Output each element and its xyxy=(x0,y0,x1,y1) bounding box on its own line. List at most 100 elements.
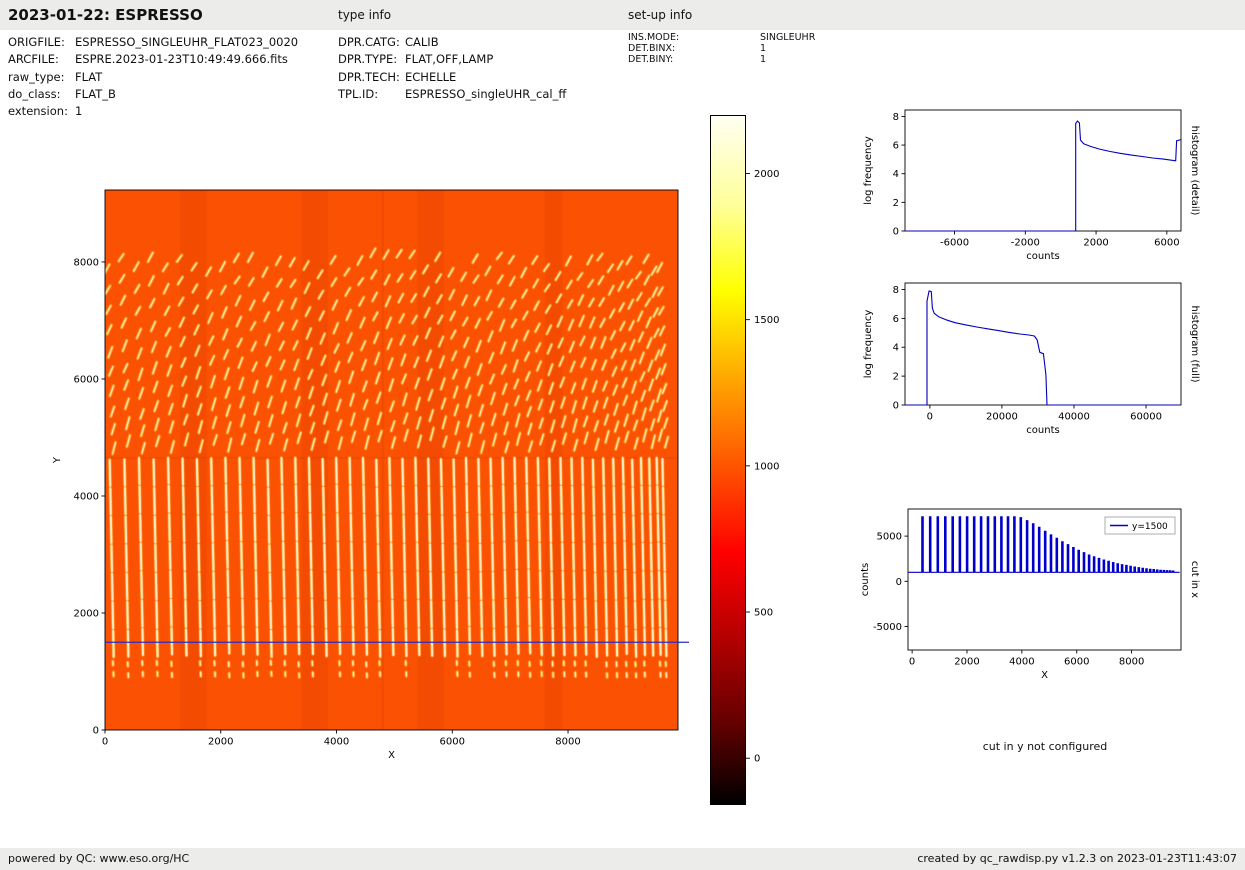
footer-right-text: created by qc_rawdisp.py v1.2.3 on 2023-… xyxy=(917,852,1237,865)
svg-text:2000: 2000 xyxy=(208,737,233,748)
colorbar-ticks: 0 500 1000 1500 2000 xyxy=(746,169,779,765)
svg-text:2: 2 xyxy=(893,198,899,209)
raw-frame-image xyxy=(105,190,678,730)
meta-label: ORIGFILE: xyxy=(8,35,65,49)
colorbar xyxy=(710,115,746,805)
meta-label: DPR.TECH: xyxy=(338,69,400,84)
histogram-detail-ylabel: log frequency xyxy=(863,136,874,205)
cut-in-x-axes: 0 2000 4000 6000 8000 -5000 0 5000 Xcounts cut in… xyxy=(860,508,1200,681)
cut-in-x-ylabel: counts xyxy=(860,563,871,596)
svg-text:6000: 6000 xyxy=(1154,238,1179,249)
meta-row-dprcatg: DPR.CATG: CALIB xyxy=(338,34,566,51)
meta-row-tplid: TPL.ID: ESPRESSO_singleUHR_cal_ff xyxy=(338,86,566,103)
svg-text:6: 6 xyxy=(893,141,899,152)
svg-text:4000: 4000 xyxy=(74,491,99,502)
title-bar: 2023-01-22: ESPRESSO type info set-up in… xyxy=(0,0,1245,30)
meta-label: do_class: xyxy=(8,86,61,101)
meta-row-origfile: ORIGFILE: ESPRESSO_SINGLEUHR_FLAT023_0020 xyxy=(8,34,298,51)
svg-text:0: 0 xyxy=(909,657,915,668)
svg-text:0: 0 xyxy=(927,412,933,423)
histogram-full-right-label: histogram (full) xyxy=(1189,305,1200,382)
meta-row-extension: extension: 1 xyxy=(8,103,298,120)
svg-text:0: 0 xyxy=(754,754,760,765)
footer-bar: powered by QC: www.eso.org/HC created by… xyxy=(0,848,1245,870)
meta-value: ESPRE.2023-01-23T10:49:49.666.fits xyxy=(75,52,288,67)
meta-value: FLAT,OFF,LAMP xyxy=(405,52,494,67)
svg-text:20000: 20000 xyxy=(986,412,1018,423)
svg-text:0: 0 xyxy=(893,401,899,412)
svg-text:0: 0 xyxy=(93,726,99,737)
svg-text:2000: 2000 xyxy=(1083,238,1108,249)
svg-text:8000: 8000 xyxy=(555,737,580,748)
histogram-detail-xlabel: counts xyxy=(1026,251,1059,262)
meta-label: DPR.TYPE: xyxy=(338,52,398,67)
meta-label: extension: xyxy=(8,104,68,119)
cut-in-y-status: cut in y not configured xyxy=(982,740,1108,753)
meta-value: FLAT xyxy=(75,69,103,84)
meta-row-arcfile: ARCFILE: ESPRE.2023-01-23T10:49:49.666.fi… xyxy=(8,51,298,68)
svg-text:6: 6 xyxy=(893,314,899,325)
svg-text:-6000: -6000 xyxy=(940,238,969,249)
svg-text:6000: 6000 xyxy=(74,374,99,385)
cut-in-x-xlabel: X xyxy=(1041,670,1048,681)
histogram-detail-axes: -6000 -2000 2000 6000 0 2 4 6 8 counts log frequen… xyxy=(863,109,1200,262)
raw-image-ylabel: Y xyxy=(52,456,63,464)
meta-label: TPL.ID: xyxy=(338,86,379,101)
raw-image-xlabel: X xyxy=(388,750,395,761)
meta-value: SINGLEUHR xyxy=(760,32,816,43)
meta-value: 1 xyxy=(760,42,767,54)
setup-info-block: INS.MODE: SINGLEUHR DET.BINX: 1 DET.BINY: 1 xyxy=(628,32,816,66)
histogram-detail-right-label: histogram (detail) xyxy=(1189,126,1200,216)
svg-text:60000: 60000 xyxy=(1130,412,1162,423)
meta-value: CALIB xyxy=(405,35,439,49)
histogram-detail-series xyxy=(905,120,1182,232)
meta-label: ARCFILE: xyxy=(8,52,59,67)
cut-spikes xyxy=(921,516,1175,573)
legend-label: y=1500 xyxy=(1132,522,1168,532)
svg-text:1000: 1000 xyxy=(754,461,779,472)
meta-label: DET.BINY: xyxy=(628,53,674,65)
svg-text:8000: 8000 xyxy=(74,257,99,268)
type-info-block: DPR.CATG: CALIB DPR.TYPE: FLAT,OFF,LAMP DP… xyxy=(338,34,566,103)
svg-text:40000: 40000 xyxy=(1058,412,1090,423)
footer-left-text: powered by QC: www.eso.org/HC xyxy=(8,852,190,865)
histogram-full-ylabel: log frequency xyxy=(863,310,874,379)
meta-row-dprtech: DPR.TECH: ECHELLE xyxy=(338,69,566,86)
meta-value: ESPRESSO_SINGLEUHR_FLAT023_0020 xyxy=(75,35,299,49)
svg-text:500: 500 xyxy=(754,608,773,619)
svg-text:8: 8 xyxy=(893,112,899,123)
svg-text:2000: 2000 xyxy=(954,657,979,668)
svg-text:0: 0 xyxy=(896,577,902,588)
svg-text:5000: 5000 xyxy=(877,532,902,543)
meta-value: 1 xyxy=(75,104,83,119)
svg-text:4: 4 xyxy=(893,169,899,180)
histogram-full-series xyxy=(905,290,1179,406)
page-title: 2023-01-22: ESPRESSO xyxy=(8,6,203,24)
svg-text:2000: 2000 xyxy=(74,608,99,619)
histogram-full-axes: 0 20000 40000 60000 0 2 4 6 8 counts log frequency… xyxy=(863,282,1200,436)
svg-text:4: 4 xyxy=(893,343,899,354)
meta-label: raw_type: xyxy=(8,69,65,84)
svg-text:0: 0 xyxy=(102,737,108,748)
svg-text:0: 0 xyxy=(893,227,899,238)
svg-text:1500: 1500 xyxy=(754,315,779,326)
meta-row-rawtype: raw_type: FLAT xyxy=(8,69,298,86)
svg-text:2000: 2000 xyxy=(754,169,779,180)
histogram-full-xlabel: counts xyxy=(1026,425,1059,436)
meta-row-detbiny: DET.BINY: 1 xyxy=(628,53,815,66)
meta-label: DET.BINX: xyxy=(628,42,676,54)
svg-text:8: 8 xyxy=(893,285,899,296)
cut-in-x-right-label: cut in x xyxy=(1189,561,1200,598)
svg-text:4000: 4000 xyxy=(324,737,349,748)
svg-text:6000: 6000 xyxy=(1064,657,1089,668)
meta-value: 1 xyxy=(760,53,767,65)
type-info-heading: type info xyxy=(338,8,392,22)
meta-row-doclass: do_class: FLAT_B xyxy=(8,86,298,103)
meta-label: DPR.CATG: xyxy=(338,35,400,49)
svg-text:6000: 6000 xyxy=(440,737,465,748)
svg-text:-5000: -5000 xyxy=(873,622,902,633)
svg-text:2: 2 xyxy=(893,372,899,383)
meta-value: ECHELLE xyxy=(405,69,457,84)
setup-info-heading: set-up info xyxy=(628,8,693,22)
svg-text:8000: 8000 xyxy=(1119,657,1144,668)
